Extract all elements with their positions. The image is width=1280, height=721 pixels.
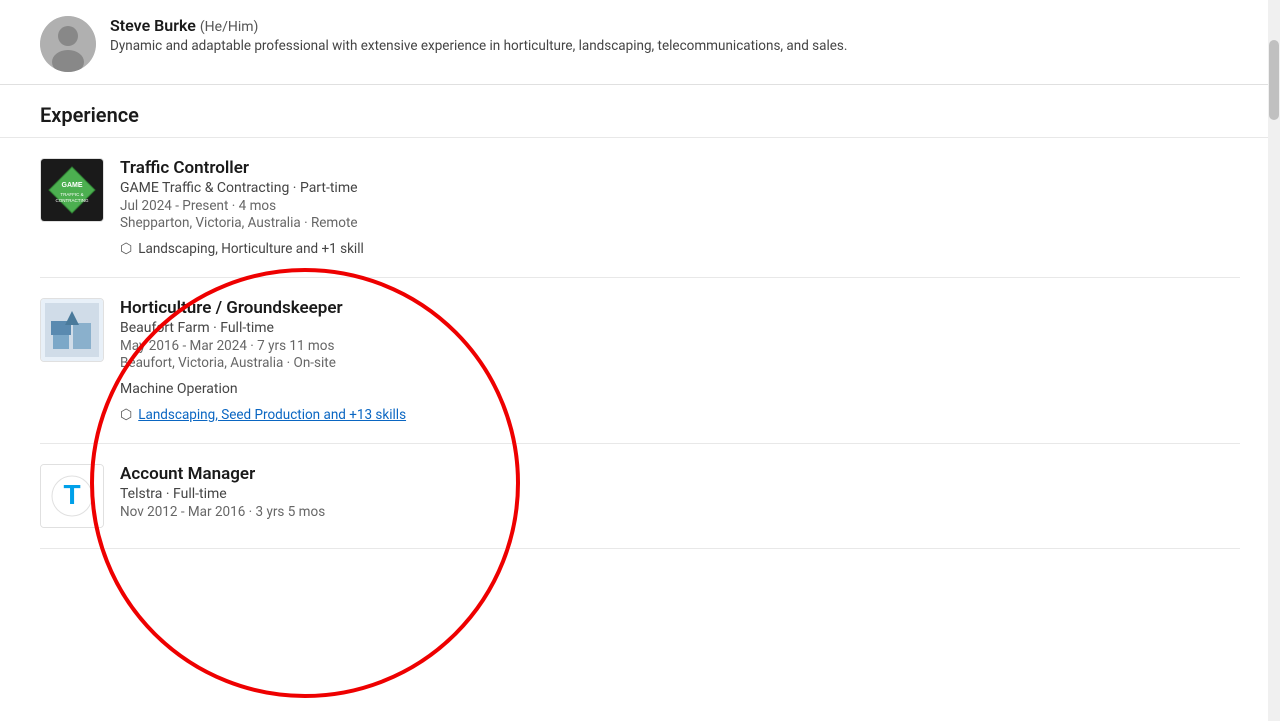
employment-type-telstra: Full-time [173,486,227,502]
svg-text:GAME: GAME [62,182,83,189]
svg-text:CONTRACTING: CONTRACTING [56,198,89,203]
skill-tag-beaufort: ⬡ Landscaping, Seed Production and +13 s… [120,407,1240,423]
company-name-telstra: Telstra [120,486,162,502]
employment-type-beaufort: Full-time [220,320,274,336]
location-line-beaufort: Beaufort, Victoria, Australia · On-site [120,355,1240,371]
company-logo-game: GAME TRAFFIC & CONTRACTING [40,158,104,222]
company-logo-beaufort [40,298,104,362]
experience-item-traffic-controller: GAME TRAFFIC & CONTRACTING Traffic Contr… [40,138,1240,278]
game-logo: GAME TRAFFIC & CONTRACTING [41,158,103,222]
svg-text:TRAFFIC &: TRAFFIC & [60,192,83,197]
svg-text:T: T [63,479,80,510]
company-line-beaufort: Beaufort Farm · Full-time [120,320,1240,336]
experience-details-horticulture: Horticulture / Groundskeeper Beaufort Fa… [120,298,1240,423]
diamond-icon-beaufort: ⬡ [120,407,132,423]
experience-section-heading: Experience [0,85,1280,138]
profile-info: Steve Burke (He/Him) Dynamic and adaptab… [110,16,1240,56]
job-title-traffic-controller: Traffic Controller [120,158,1240,178]
date-line-game: Jul 2024 - Present · 4 mos [120,198,1240,214]
avatar [40,16,96,72]
machine-op-text: Machine Operation [120,381,1240,397]
company-logo-telstra: T [40,464,104,528]
profile-name: Steve Burke (He/Him) [110,16,1240,35]
profile-bio: Dynamic and adaptable professional with … [110,37,1240,56]
company-name-game: GAME Traffic & Contracting [120,180,289,196]
job-title-account-manager: Account Manager [120,464,1240,484]
company-line-game: GAME Traffic & Contracting · Part-time [120,180,1240,196]
telstra-logo: T [41,464,103,528]
scrollbar-thumb[interactable] [1269,40,1279,120]
experience-item-account-manager: T Account Manager Telstra · Full-time No… [40,444,1240,549]
experience-details-account-manager: Account Manager Telstra · Full-time Nov … [120,464,1240,520]
date-line-beaufort: May 2016 - Mar 2024 · 7 yrs 11 mos [120,338,1240,354]
date-line-telstra: Nov 2012 - Mar 2016 · 3 yrs 5 mos [120,504,1240,520]
experience-details-traffic-controller: Traffic Controller GAME Traffic & Contra… [120,158,1240,257]
beaufort-logo [41,298,103,362]
employment-type-game: Part-time [300,180,358,196]
profile-header: Steve Burke (He/Him) Dynamic and adaptab… [0,0,1280,85]
company-name-beaufort: Beaufort Farm [120,320,210,336]
skills-text-game: Landscaping, Horticulture and +1 skill [138,241,364,257]
skill-tag-game: ⬡ Landscaping, Horticulture and +1 skill [120,241,1240,257]
experience-list: GAME TRAFFIC & CONTRACTING Traffic Contr… [0,138,1280,549]
pronouns-text: (He/Him) [200,19,259,35]
job-title-horticulture: Horticulture / Groundskeeper [120,298,1240,318]
company-line-telstra: Telstra · Full-time [120,486,1240,502]
experience-item-horticulture: Horticulture / Groundskeeper Beaufort Fa… [40,278,1240,444]
location-line-game: Shepparton, Victoria, Australia · Remote [120,215,1240,231]
diamond-icon-game: ⬡ [120,241,132,257]
page-container: Steve Burke (He/Him) Dynamic and adaptab… [0,0,1280,549]
name-text: Steve Burke [110,16,196,35]
skills-link-beaufort[interactable]: Landscaping, Seed Production and +13 ski… [138,407,406,423]
scrollbar-track[interactable] [1268,0,1280,721]
